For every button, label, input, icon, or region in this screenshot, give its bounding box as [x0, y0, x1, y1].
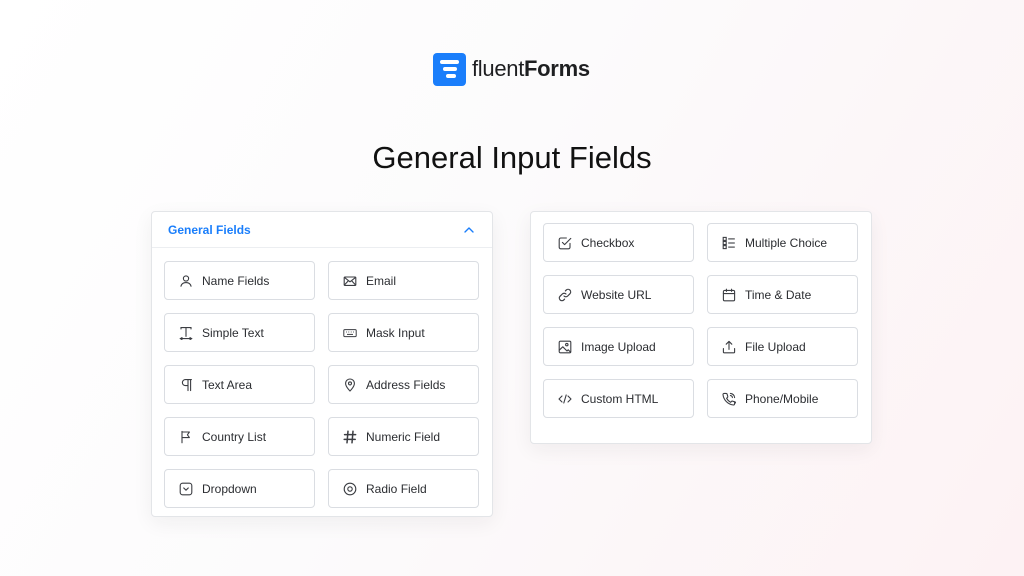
field-mask-input[interactable]: Mask Input [328, 313, 479, 352]
field-label: Multiple Choice [745, 235, 828, 250]
radio-icon [343, 482, 357, 496]
field-email[interactable]: Email [328, 261, 479, 300]
field-multiple-choice[interactable]: Multiple Choice [707, 223, 858, 262]
hash-icon [343, 429, 357, 444]
field-label: Simple Text [202, 325, 264, 340]
field-country-list[interactable]: Country List [164, 417, 315, 456]
field-label: Mask Input [366, 325, 425, 340]
text-cursor-icon [179, 326, 193, 340]
field-radio-field[interactable]: Radio Field [328, 469, 479, 508]
field-label: Radio Field [366, 481, 427, 496]
page-title: General Input Fields [372, 140, 652, 175]
general-fields-header[interactable]: General Fields [152, 212, 492, 248]
upload-icon [722, 340, 736, 354]
field-label: Name Fields [202, 273, 270, 288]
general-fields-grid: Name Fields Email Simple Text Mask Input… [152, 248, 492, 508]
brand-name-bold: Forms [524, 56, 590, 81]
field-label: Website URL [581, 287, 652, 302]
map-pin-icon [343, 377, 357, 392]
field-label: Dropdown [202, 481, 257, 496]
chevron-up-icon[interactable] [462, 223, 476, 237]
flag-icon [179, 430, 193, 444]
more-fields-panel: Checkbox Multiple Choice Website URL Tim… [530, 211, 872, 444]
field-label: Numeric Field [366, 429, 441, 444]
field-numeric-field[interactable]: Numeric Field [328, 417, 479, 456]
list-icon [722, 236, 736, 250]
envelope-icon [343, 274, 357, 288]
field-label: Address Fields [366, 377, 446, 392]
field-label: File Upload [745, 339, 806, 354]
paragraph-icon [179, 378, 193, 392]
field-label: Image Upload [581, 339, 656, 354]
field-label: Phone/Mobile [745, 391, 819, 406]
field-text-area[interactable]: Text Area [164, 365, 315, 404]
keyboard-icon [343, 326, 357, 340]
field-simple-text[interactable]: Simple Text [164, 313, 315, 352]
general-fields-title: General Fields [168, 222, 251, 237]
general-fields-panel: General Fields Name Fields Email Simple … [151, 211, 493, 517]
field-image-upload[interactable]: Image Upload [543, 327, 694, 366]
field-dropdown[interactable]: Dropdown [164, 469, 315, 508]
field-website-url[interactable]: Website URL [543, 275, 694, 314]
field-time-date[interactable]: Time & Date [707, 275, 858, 314]
field-label: Checkbox [581, 235, 635, 250]
brand-name: fluentForms [472, 56, 590, 82]
field-label: Email [366, 273, 397, 288]
fluentforms-logo-icon [433, 52, 466, 86]
image-icon [558, 340, 572, 354]
field-label: Time & Date [745, 287, 812, 302]
user-icon [179, 274, 193, 288]
link-icon [558, 288, 572, 302]
code-icon [558, 392, 572, 406]
more-fields-grid: Checkbox Multiple Choice Website URL Tim… [531, 212, 871, 418]
field-label: Text Area [202, 377, 253, 392]
field-custom-html[interactable]: Custom HTML [543, 379, 694, 418]
field-address-fields[interactable]: Address Fields [328, 365, 479, 404]
field-file-upload[interactable]: File Upload [707, 327, 858, 366]
brand-name-light: fluent [472, 56, 525, 81]
field-name-fields[interactable]: Name Fields [164, 261, 315, 300]
field-checkbox[interactable]: Checkbox [543, 223, 694, 262]
field-label: Custom HTML [581, 391, 659, 406]
phone-icon [722, 392, 736, 406]
calendar-icon [722, 288, 736, 302]
brand-logo: fluentForms [433, 52, 590, 86]
field-label: Country List [202, 429, 267, 444]
checkbox-icon [558, 236, 572, 250]
dropdown-icon [179, 482, 193, 496]
field-phone-mobile[interactable]: Phone/Mobile [707, 379, 858, 418]
